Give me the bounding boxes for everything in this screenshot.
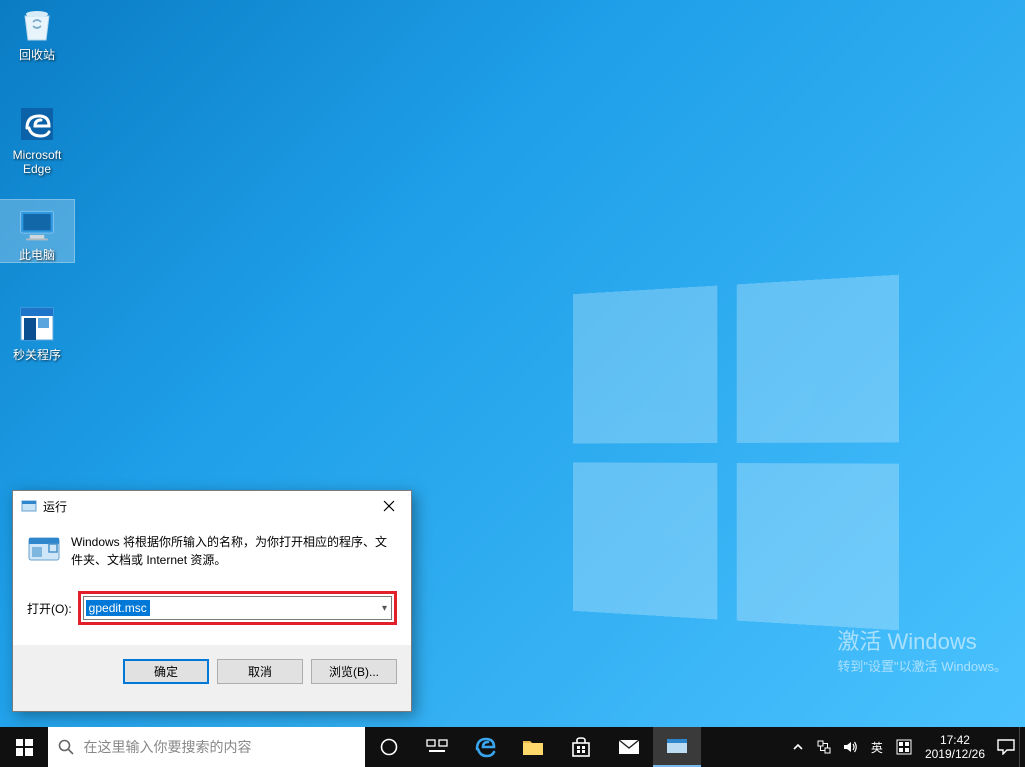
taskbar-edge[interactable] [461, 727, 509, 767]
chevron-up-icon [792, 741, 804, 753]
search-icon [48, 738, 84, 756]
highlight-annotation: gpedit.msc ▾ [78, 591, 397, 625]
taskbar-search-input[interactable] [84, 727, 365, 767]
desktop-icon-shutdown-app[interactable]: 秒关程序 [0, 300, 74, 362]
run-dialog-icon [21, 498, 37, 514]
chevron-down-icon[interactable]: ▾ [382, 603, 387, 614]
cortana-button[interactable] [365, 727, 413, 767]
windows-icon [16, 739, 33, 756]
desktop-icon-recycle-bin[interactable]: 回收站 [0, 0, 74, 62]
this-pc-icon [17, 204, 57, 244]
tray-ime-lang[interactable]: 英 [863, 727, 891, 767]
cortana-icon [379, 737, 399, 757]
store-icon [570, 736, 592, 758]
run-dialog-description: Windows 将根据你所输入的名称，为你打开相应的程序、文件夹、文档或 Int… [71, 533, 397, 569]
desktop-icon-this-pc[interactable]: 此电脑 [0, 200, 74, 262]
recycle-bin-icon [17, 4, 57, 44]
taskbar-store[interactable] [557, 727, 605, 767]
taskbar-run-dialog[interactable] [653, 727, 701, 767]
task-view-icon [426, 738, 448, 756]
wallpaper-windows-logo [573, 275, 899, 631]
this-pc-label: 此电脑 [0, 248, 74, 262]
close-button[interactable] [366, 491, 411, 521]
system-tray: 英 17:42 2019/12/26 [785, 727, 1025, 767]
task-view-button[interactable] [413, 727, 461, 767]
run-dialog-title: 运行 [43, 498, 67, 515]
edge-icon [473, 735, 497, 759]
run-open-value: gpedit.msc [86, 600, 150, 616]
tray-date: 2019/12/26 [925, 747, 985, 761]
activation-title: 激活 Windows [837, 624, 1007, 656]
close-icon [383, 500, 395, 512]
shutdown-app-icon [17, 304, 57, 344]
run-body-icon [27, 533, 61, 567]
run-dialog: 运行 Windows 将根据你所输入的名称，为你打开相应的程序、文件夹、文档或 … [12, 490, 412, 712]
show-desktop-button[interactable] [1019, 727, 1025, 767]
tray-action-center[interactable] [993, 727, 1019, 767]
taskbar-file-explorer[interactable] [509, 727, 557, 767]
network-icon [816, 739, 832, 755]
browse-button[interactable]: 浏览(B)... [311, 659, 397, 684]
desktop-icon-edge[interactable]: Microsoft Edge [0, 100, 74, 176]
desktop: 回收站 Microsoft Edge 此电脑 秒关程序 激活 Windows 转… [0, 0, 1025, 727]
start-button[interactable] [0, 727, 48, 767]
taskbar: 英 17:42 2019/12/26 [0, 727, 1025, 767]
action-center-icon [997, 739, 1015, 755]
run-open-label: 打开(O): [27, 600, 72, 617]
tray-clock[interactable]: 17:42 2019/12/26 [917, 733, 993, 761]
run-open-combobox[interactable]: gpedit.msc ▾ [83, 596, 392, 620]
shutdown-app-label: 秒关程序 [0, 348, 74, 362]
taskbar-mail[interactable] [605, 727, 653, 767]
run-dialog-taskbar-icon [666, 737, 688, 755]
tray-ime-mode[interactable] [891, 727, 917, 767]
tray-network[interactable] [811, 727, 837, 767]
volume-icon [842, 739, 858, 755]
edge-label: Microsoft Edge [0, 148, 74, 176]
recycle-bin-label: 回收站 [0, 48, 74, 62]
edge-icon [17, 104, 57, 144]
mail-icon [618, 738, 640, 756]
taskbar-search[interactable] [48, 727, 365, 767]
run-dialog-titlebar[interactable]: 运行 [13, 491, 411, 521]
activation-watermark: 激活 Windows 转到"设置"以激活 Windows。 [837, 624, 1007, 675]
ok-button[interactable]: 确定 [123, 659, 209, 684]
ime-icon [896, 739, 912, 755]
tray-time: 17:42 [925, 733, 985, 747]
tray-volume[interactable] [837, 727, 863, 767]
tray-overflow[interactable] [785, 727, 811, 767]
run-dialog-button-row: 确定 取消 浏览(B)... [13, 645, 411, 697]
cancel-button[interactable]: 取消 [217, 659, 303, 684]
folder-icon [522, 737, 544, 757]
activation-subtitle: 转到"设置"以激活 Windows。 [837, 656, 1007, 675]
run-dialog-body: Windows 将根据你所输入的名称，为你打开相应的程序、文件夹、文档或 Int… [13, 521, 411, 645]
